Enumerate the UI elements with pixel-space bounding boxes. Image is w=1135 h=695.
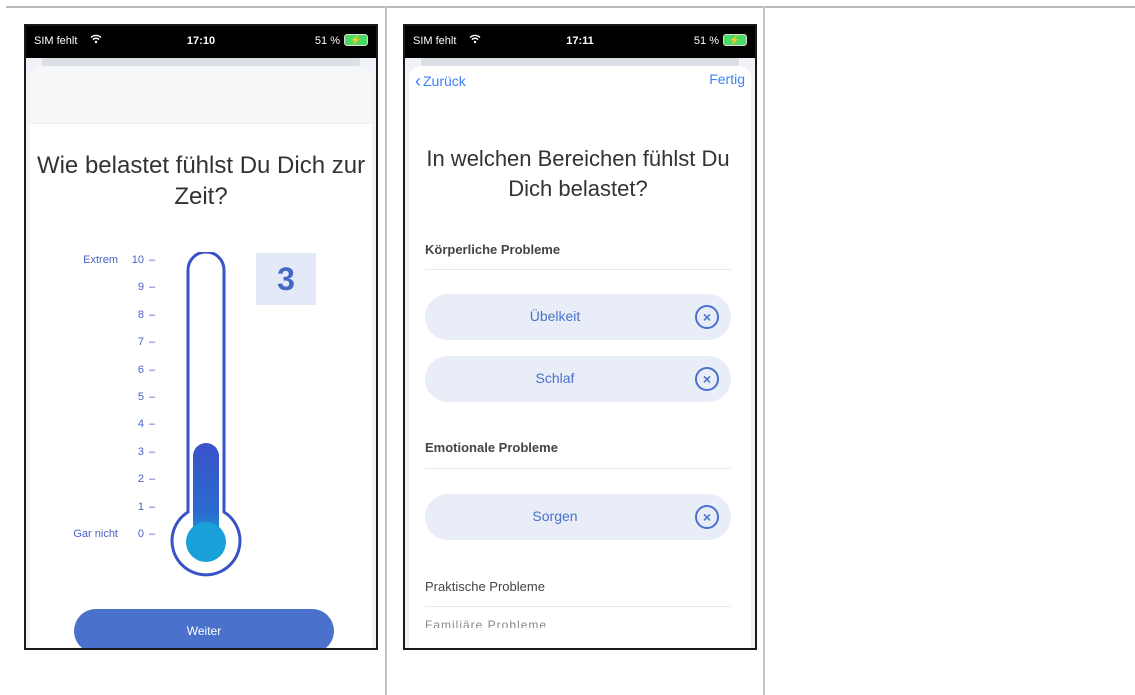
scale-tick-mark: – (149, 528, 156, 540)
thermometer-slider[interactable] (162, 252, 242, 592)
scale-row: 7– (30, 336, 162, 352)
grid-line-1 (385, 6, 387, 695)
scale-row: 6– (30, 364, 162, 380)
scale-tick-mark: – (149, 363, 156, 376)
battery-percent: 51 % (314, 35, 340, 47)
close-circle-icon[interactable]: × (695, 367, 719, 391)
grid-line-2 (763, 6, 765, 695)
scale-tick-mark: – (149, 391, 156, 403)
back-button[interactable]: ‹ Zurück (415, 70, 466, 91)
question-title: Wie belastet fühlst Du Dich zur Zeit? (36, 152, 366, 210)
back-label: Zurück (423, 73, 466, 89)
section-header-family-partial: Familiäre Probleme (425, 618, 548, 628)
distress-value: 3 (256, 253, 316, 305)
scale-tick-number: 4 (137, 418, 144, 431)
scale-tick-mark: – (149, 445, 156, 458)
status-bar: SIM fehlt 17:11 51 % ⚡ (405, 26, 755, 58)
scale-tick-number: 10 (131, 254, 144, 266)
scale-row: 4– (30, 418, 162, 434)
phone-problems: SIM fehlt 17:11 51 % ⚡ ‹ Zurück Fertig In… (403, 24, 757, 650)
scale-row: 1– (30, 501, 162, 517)
scale-tick-mark: – (149, 500, 156, 513)
scale-tick-number: 7 (137, 336, 144, 349)
section-header-emotional: Emotionale Probleme (425, 440, 558, 455)
chip-label: Sorgen (532, 508, 578, 524)
scale-row: 3– (30, 446, 162, 462)
phone-distress: SIM fehlt 17:10 51 % ⚡ Wie belastet fühl… (24, 24, 378, 650)
scale-tick-number: 8 (137, 308, 144, 321)
chip-worries[interactable]: Sorgen × (425, 494, 731, 540)
battery-icon: ⚡ (723, 34, 747, 46)
scale-row: 2– (30, 473, 162, 489)
scale-row: Extrem 10– (30, 254, 162, 270)
status-bar: SIM fehlt 17:10 51 % ⚡ (26, 26, 376, 58)
section-header-physical: Körperliche Probleme (425, 242, 561, 257)
chip-label: Übelkeit (529, 308, 581, 324)
scale-row: Gar nicht 0– (30, 528, 162, 544)
scale-tick-mark: – (149, 473, 156, 486)
scale-tick-number: 1 (137, 500, 144, 513)
chip-sleep[interactable]: Schlaf × (425, 356, 731, 402)
scale-tick-mark: – (149, 336, 156, 349)
scale-tick-number: 9 (137, 281, 144, 294)
scale-tick-mark: – (149, 281, 156, 294)
chip-nausea[interactable]: Übelkeit × (425, 294, 731, 340)
scale-tick-mark: – (149, 308, 156, 321)
divider (425, 468, 731, 469)
battery-percent: 51 % (693, 35, 719, 47)
distress-sheet: Wie belastet fühlst Du Dich zur Zeit? Ex… (30, 66, 372, 648)
scale-tick-mark: – (149, 418, 156, 431)
scale-row: 8– (30, 309, 162, 325)
divider (425, 269, 731, 270)
scale-row: 9– (30, 281, 162, 297)
scale-tick-number: 6 (137, 363, 144, 376)
chip-label: Schlaf (535, 370, 575, 386)
chevron-left-icon: ‹ (415, 71, 421, 91)
done-button[interactable]: Fertig (709, 71, 745, 87)
scale-tick-number: 5 (137, 391, 144, 403)
close-circle-icon[interactable]: × (695, 305, 719, 329)
section-header-practical[interactable]: Praktische Probleme (425, 579, 545, 594)
sheet-header (30, 66, 372, 124)
divider (425, 606, 731, 607)
scale-max-label: Extrem (83, 254, 118, 266)
thermometer-bulb (186, 522, 226, 562)
question-title: In welchen Bereichen fühlst Du Dich bela… (426, 146, 730, 201)
scale-min-label: Gar nicht (73, 528, 118, 540)
screenshot-page: SIM fehlt 17:10 51 % ⚡ Wie belastet fühl… (0, 0, 1135, 695)
scale-tick-number: 0 (137, 528, 144, 540)
scale-tick-number: 2 (137, 473, 144, 486)
scale-row: 5– (30, 391, 162, 407)
continue-button[interactable]: Weiter (74, 609, 334, 648)
close-circle-icon[interactable]: × (695, 505, 719, 529)
battery-icon: ⚡ (344, 34, 368, 46)
scale-tick-number: 3 (137, 445, 144, 458)
grid-line-top (6, 6, 1135, 8)
scale-tick-mark: – (149, 254, 156, 266)
